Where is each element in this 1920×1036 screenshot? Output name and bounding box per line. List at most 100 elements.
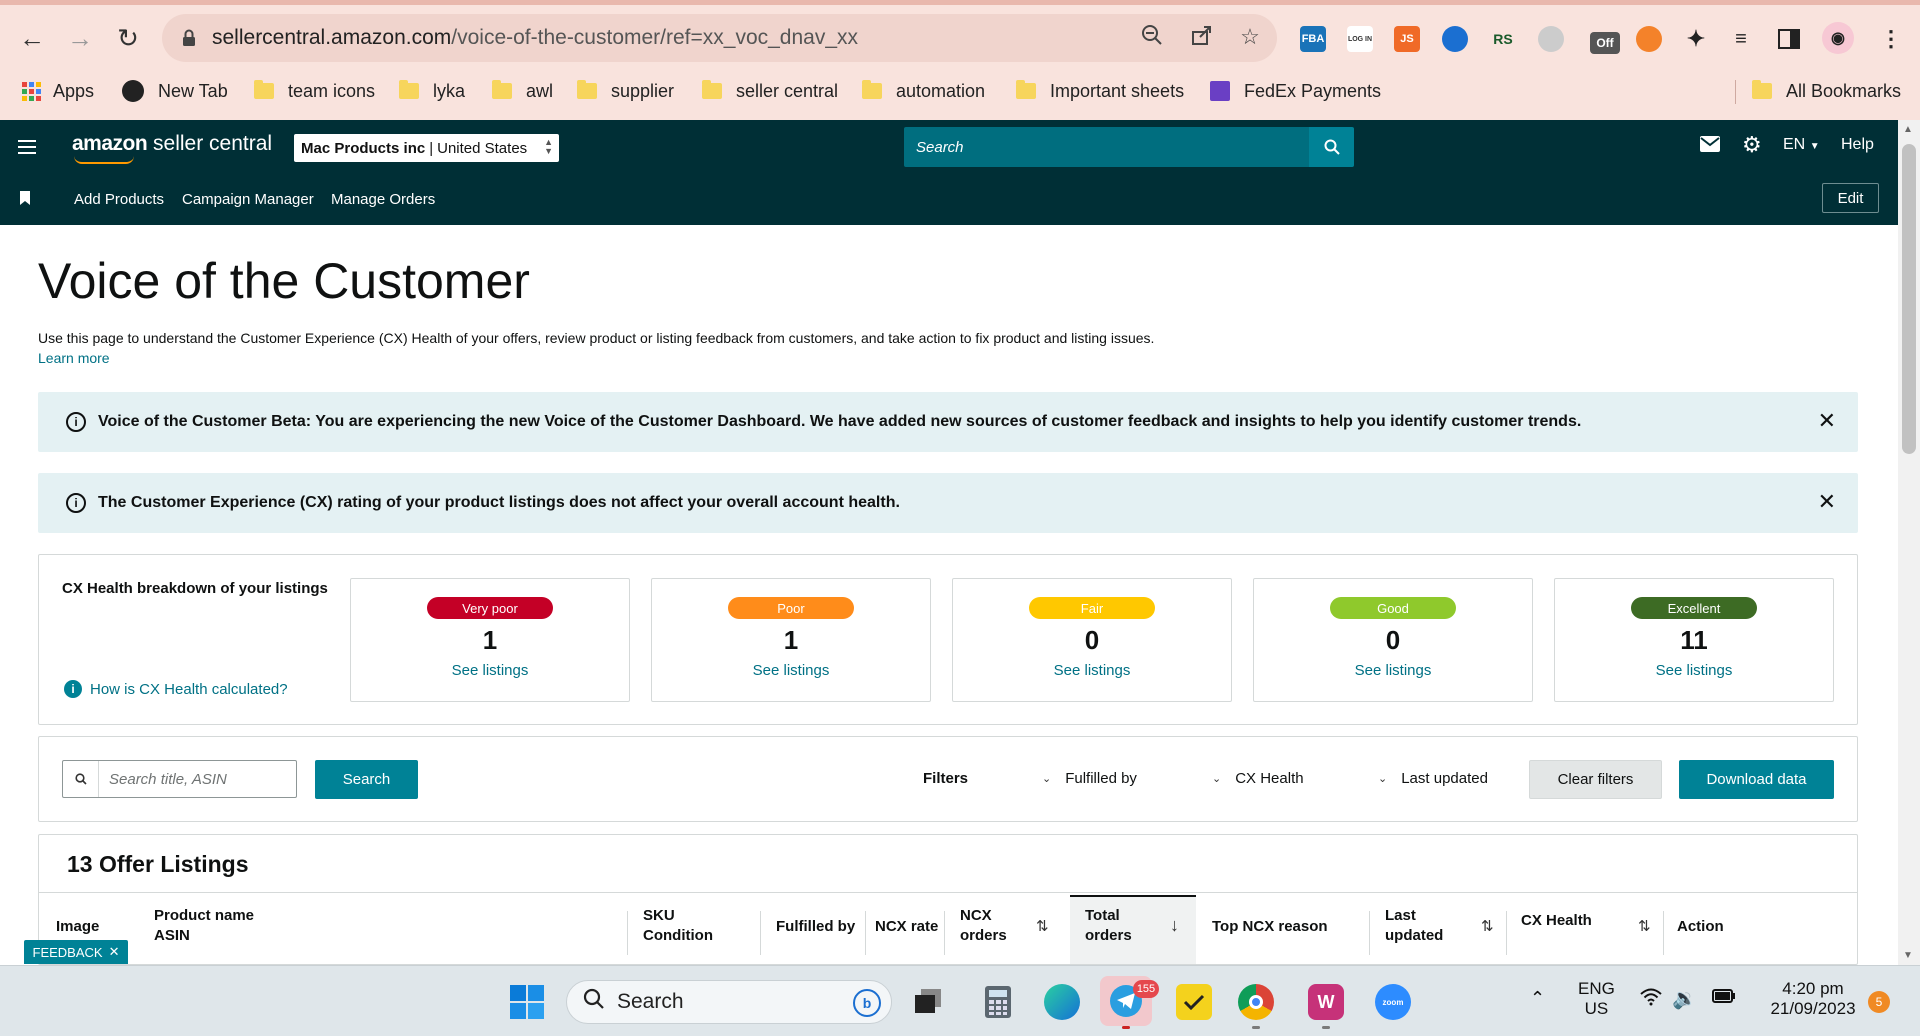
side-panel-icon[interactable] xyxy=(1776,26,1802,52)
blue-extension-icon[interactable] xyxy=(1442,26,1468,52)
see-listings-link[interactable]: See listings xyxy=(1555,662,1833,679)
wps-office-icon[interactable]: W xyxy=(1308,984,1344,1020)
bing-icon[interactable]: b xyxy=(853,989,881,1017)
battery-icon[interactable] xyxy=(1712,988,1736,1008)
fba-extension-icon[interactable]: FBA xyxy=(1300,26,1326,52)
col-top-ncx-reason[interactable]: Top NCX reason xyxy=(1212,917,1328,937)
sort-both-icon[interactable]: ⇅ xyxy=(1638,917,1651,935)
col-ncx-orders[interactable]: NCX orders xyxy=(960,906,1007,946)
back-icon[interactable]: ← xyxy=(14,20,50,56)
profile-avatar[interactable]: ◉ xyxy=(1822,22,1854,54)
task-view-icon[interactable] xyxy=(910,984,946,1020)
hamburger-menu-icon[interactable] xyxy=(18,140,36,158)
col-sku[interactable]: SKU Condition xyxy=(643,906,713,946)
header-search-button[interactable] xyxy=(1309,127,1354,167)
edit-nav-button[interactable]: Edit xyxy=(1822,183,1879,213)
bookmark-supplier[interactable]: supplier xyxy=(577,78,674,104)
column-divider xyxy=(627,911,628,955)
bookmark-seller-central[interactable]: seller central xyxy=(702,78,838,104)
js-extension-icon[interactable]: JS xyxy=(1394,26,1420,52)
nav-campaign-manager[interactable]: Campaign Manager xyxy=(182,191,314,208)
col-cx-health[interactable]: CX Health xyxy=(1521,911,1592,931)
notification-badge[interactable]: 5 xyxy=(1868,991,1890,1013)
close-icon[interactable]: ✕ xyxy=(1818,408,1836,434)
nav-manage-orders[interactable]: Manage Orders xyxy=(331,191,435,208)
mail-icon[interactable] xyxy=(1700,136,1720,157)
volume-icon[interactable]: 🔉 xyxy=(1672,986,1697,1011)
settings-gear-icon[interactable]: ⚙ xyxy=(1742,132,1762,158)
address-bar[interactable]: sellercentral.amazon.com/voice-of-the-cu… xyxy=(162,14,1277,62)
orange-extension-icon[interactable] xyxy=(1636,26,1662,52)
close-icon[interactable]: ✕ xyxy=(1818,489,1836,515)
col-product-name[interactable]: Product name ASIN xyxy=(154,906,254,946)
clear-filters-button[interactable]: Clear filters xyxy=(1529,760,1662,799)
calculator-icon[interactable] xyxy=(980,984,1016,1020)
bookmark-lyka[interactable]: lyka xyxy=(399,78,465,104)
bookmark-all-bookmarks[interactable]: All Bookmarks xyxy=(1752,78,1901,104)
last-updated-dropdown[interactable]: ⌄ Last updated xyxy=(1378,770,1488,787)
zoom-icon[interactable] xyxy=(1138,24,1166,52)
sort-both-icon[interactable]: ⇅ xyxy=(1036,917,1049,935)
reload-icon[interactable]: ↻ xyxy=(110,20,146,56)
taskbar-search[interactable]: Search b xyxy=(566,980,892,1024)
bookmark-apps[interactable]: Apps xyxy=(22,78,94,104)
off-extension-icon[interactable]: Off xyxy=(1590,32,1620,54)
bookmark-team-icons[interactable]: team icons xyxy=(254,78,375,104)
system-clock[interactable]: 4:20 pm 21/09/2023 xyxy=(1760,979,1866,1019)
input-language[interactable]: ENG US xyxy=(1578,979,1615,1019)
forward-icon[interactable]: → xyxy=(62,20,98,56)
bookmark-automation[interactable]: automation xyxy=(862,78,985,104)
col-fulfilled-by[interactable]: Fulfilled by xyxy=(776,917,855,937)
cx-health-dropdown[interactable]: ⌄ CX Health xyxy=(1212,770,1304,787)
help-link[interactable]: Help xyxy=(1841,136,1874,154)
see-listings-link[interactable]: See listings xyxy=(351,662,629,679)
extensions-puzzle-icon[interactable]: ✦ xyxy=(1683,26,1709,52)
bookmark-awl[interactable]: awl xyxy=(492,78,553,104)
menu-kebab-icon[interactable]: ⋮ xyxy=(1878,26,1904,52)
scrollbar-thumb[interactable] xyxy=(1902,144,1916,454)
page-scrollbar[interactable]: ▲ ▼ xyxy=(1898,120,1920,965)
bookmark-star-icon[interactable]: ☆ xyxy=(1236,24,1264,50)
close-icon[interactable]: ✕ xyxy=(109,944,120,960)
search-button[interactable]: Search xyxy=(315,760,418,799)
col-image[interactable]: Image xyxy=(56,917,99,937)
nav-add-products[interactable]: Add Products xyxy=(74,191,164,208)
windows-start-icon[interactable] xyxy=(509,984,545,1020)
seller-central-logo[interactable]: amazon seller central xyxy=(72,132,272,164)
seller-central-header: amazon seller central Mac Products inc |… xyxy=(0,120,1898,225)
language-selector[interactable]: EN ▼ xyxy=(1783,136,1820,154)
see-listings-link[interactable]: See listings xyxy=(1254,662,1532,679)
sort-both-icon[interactable]: ⇅ xyxy=(1481,917,1494,935)
sort-descending-icon[interactable]: ↓ xyxy=(1170,915,1179,936)
bookmark-fedex-payments[interactable]: FedEx Payments xyxy=(1210,78,1381,104)
feedback-tab[interactable]: FEEDBACK ✕ xyxy=(24,940,128,964)
login-extension-icon[interactable]: LOG IN xyxy=(1347,26,1373,52)
col-last-updated[interactable]: Last updated xyxy=(1385,906,1443,946)
cx-health-how-link[interactable]: i How is CX Health calculated? xyxy=(64,680,288,698)
edge-browser-icon[interactable] xyxy=(1044,984,1080,1020)
see-listings-link[interactable]: See listings xyxy=(953,662,1231,679)
listing-search-input[interactable]: Search title, ASIN xyxy=(62,760,297,798)
zoom-app-icon[interactable]: zoom xyxy=(1375,984,1411,1020)
share-icon[interactable] xyxy=(1188,24,1216,52)
see-listings-link[interactable]: See listings xyxy=(652,662,930,679)
bookmark-important-sheets[interactable]: Important sheets xyxy=(1016,78,1184,104)
scroll-down-icon[interactable]: ▼ xyxy=(1903,950,1913,961)
learn-more-link[interactable]: Learn more xyxy=(38,350,110,366)
sticky-notes-icon[interactable] xyxy=(1176,984,1212,1020)
wifi-icon[interactable] xyxy=(1640,988,1662,1011)
col-ncx-rate[interactable]: NCX rate xyxy=(875,917,938,937)
bookmark-nav-icon[interactable] xyxy=(20,191,30,210)
account-selector[interactable]: Mac Products inc | United States ▲ ▼ xyxy=(294,134,559,162)
header-search-input[interactable]: Search xyxy=(904,127,1309,167)
col-total-orders[interactable]: Total orders xyxy=(1085,906,1132,946)
media-queue-icon[interactable]: ≡ xyxy=(1728,26,1754,52)
scroll-up-icon[interactable]: ▲ xyxy=(1903,124,1913,135)
gray-extension-icon[interactable] xyxy=(1538,26,1564,52)
bookmark-new-tab[interactable]: New Tab xyxy=(122,78,228,104)
chrome-browser-icon[interactable] xyxy=(1238,984,1274,1020)
show-hidden-icons[interactable]: ⌃ xyxy=(1530,988,1545,1009)
fulfilled-by-dropdown[interactable]: ⌄ Fulfilled by xyxy=(1042,770,1137,787)
rs-extension-icon[interactable]: RS xyxy=(1490,26,1516,52)
download-data-button[interactable]: Download data xyxy=(1679,760,1834,799)
